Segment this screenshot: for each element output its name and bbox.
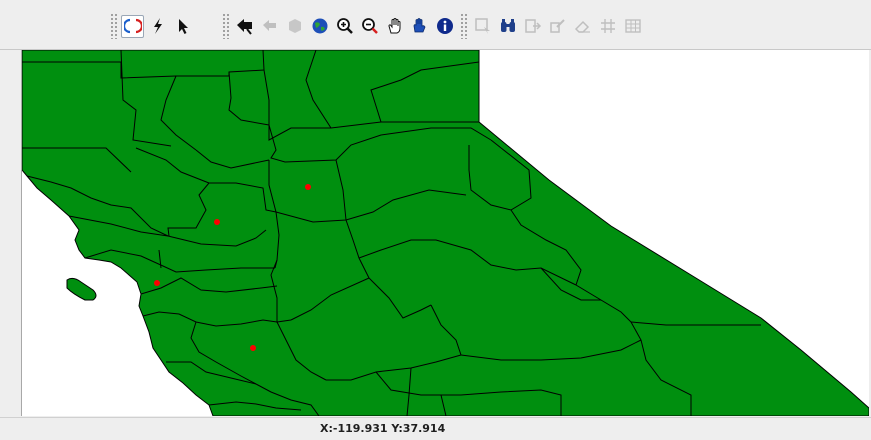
point-marker[interactable] [214, 219, 220, 225]
eraser-button[interactable] [571, 15, 594, 38]
refresh-button[interactable] [121, 14, 144, 38]
recenter-icon [413, 18, 425, 33]
export-icon [524, 19, 541, 33]
toolbar-grip[interactable] [110, 13, 118, 39]
map-panel [0, 50, 871, 417]
next-extent-icon [288, 19, 301, 33]
toolbar-grip[interactable] [222, 13, 230, 39]
zoom-in-icon [336, 18, 353, 34]
pan-button[interactable] [383, 15, 406, 38]
previous-extent-icon [262, 20, 276, 31]
county-map[interactable] [22, 50, 869, 416]
lightning-button[interactable] [146, 15, 169, 38]
select-features-icon [474, 18, 490, 34]
point-marker[interactable] [250, 345, 256, 351]
toolbar-group-selection [110, 11, 196, 41]
snap-grid-icon [600, 19, 615, 33]
attribute-table-icon [624, 19, 641, 33]
zoom-out-button[interactable] [358, 15, 381, 38]
pointer-button[interactable] [171, 15, 194, 38]
zoom-in-button[interactable] [333, 15, 356, 38]
full-extent-button[interactable] [308, 15, 331, 38]
land-island[interactable] [66, 277, 97, 301]
recenter-button[interactable] [408, 15, 431, 38]
export-button[interactable] [521, 15, 544, 38]
status-bar: X:-119.931 Y:37.914 [0, 417, 871, 440]
eraser-icon [574, 20, 590, 33]
edit-layer-button[interactable] [546, 15, 569, 38]
point-marker[interactable] [154, 280, 160, 286]
snap-grid-button[interactable] [596, 15, 619, 38]
map-toolbar [0, 0, 871, 50]
globe-icon [312, 18, 327, 34]
toolbar-grip[interactable] [460, 13, 468, 39]
find-button[interactable] [496, 15, 519, 38]
pointer-arrow-icon [178, 19, 188, 34]
lightning-icon [153, 18, 162, 34]
select-features-button[interactable] [471, 15, 494, 38]
previous-extent-button[interactable] [258, 15, 281, 38]
zoom-out-icon [361, 18, 378, 34]
toolbar-group-navigation [222, 11, 458, 41]
binoculars-icon [500, 19, 515, 32]
back-button[interactable] [233, 15, 256, 38]
toolbar-group-query [460, 11, 646, 41]
info-button[interactable] [433, 15, 456, 38]
point-marker[interactable] [305, 184, 311, 190]
info-icon [436, 18, 453, 34]
coordinate-readout: X:-119.931 Y:37.914 [320, 422, 446, 435]
map-canvas[interactable] [21, 50, 869, 416]
pan-hand-icon [387, 18, 400, 34]
back-arrow-icon [236, 19, 252, 35]
refresh-icon [123, 18, 142, 34]
attribute-table-button[interactable] [621, 15, 644, 38]
edit-layer-icon [549, 19, 565, 33]
next-extent-button[interactable] [283, 15, 306, 38]
